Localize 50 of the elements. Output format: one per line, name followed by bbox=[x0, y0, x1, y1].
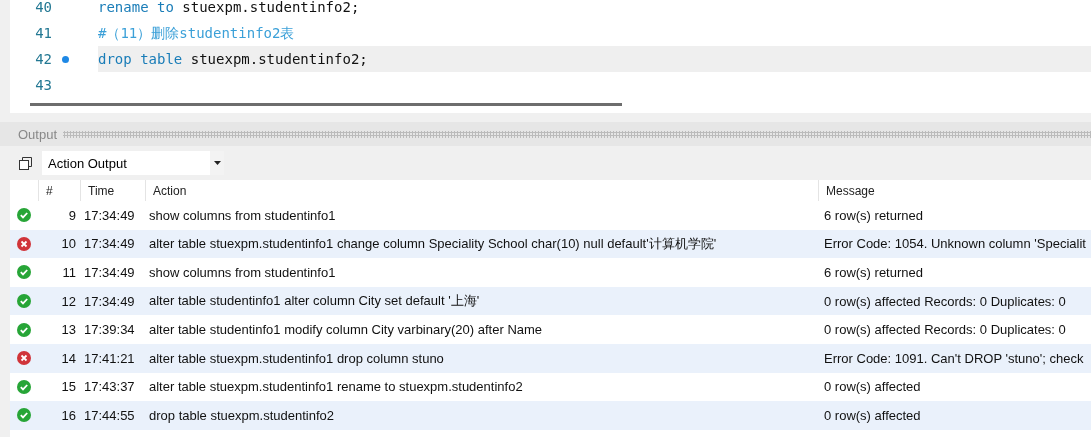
code-comment: #（11）删除studentinfo2表 bbox=[98, 25, 295, 41]
line-number: 43 bbox=[34, 77, 52, 93]
table-cell-text: alter table stuexpm.studentinfo1 change column Speciality School char(10) null default'计算机学院' bbox=[148, 234, 718, 253]
line-number: 42 bbox=[34, 51, 52, 67]
table-cell-text: 0 row(s) affected bbox=[823, 378, 922, 397]
table-cell-text: 17:34:49 bbox=[83, 206, 136, 225]
table-cell-text: 17:34:49 bbox=[83, 292, 136, 311]
table-cell-text: alter table studentinfo1 alter column City set default '上海' bbox=[148, 292, 481, 311]
table-cell-text: 0 row(s) affected Records: 0 Duplicates: 0 bbox=[823, 321, 1067, 340]
table-cell-text: 6 row(s) returned bbox=[823, 206, 924, 225]
code-keyword: table bbox=[140, 51, 183, 67]
copy-icon[interactable] bbox=[18, 155, 34, 171]
table-cell-text: alter table stuexpm.studentinfo1 rename to stuexpm.studentinfo2 bbox=[148, 378, 524, 397]
code-text: stuexpm.studentinfo2; bbox=[182, 0, 360, 15]
code-keyword: rename bbox=[98, 0, 149, 15]
table-cell-text: 0 row(s) affected Records: 0 Duplicates: 0 bbox=[823, 292, 1067, 311]
table-cell-text: 17:43:37 bbox=[83, 378, 136, 397]
table-cell-text: 17:34:49 bbox=[83, 235, 136, 254]
code-keyword: to bbox=[157, 0, 174, 15]
table-cell-text: 17:41:21 bbox=[83, 349, 136, 368]
table-cell-text: show columns from studentinfo1 bbox=[148, 264, 337, 282]
code-keyword: drop bbox=[98, 51, 132, 67]
table-cell-text: alter table stuexpm.studentinfo1 drop column stuno bbox=[148, 349, 445, 368]
table-cell-text: 0 row(s) affected bbox=[823, 406, 922, 425]
table-cell-text: 13 bbox=[60, 321, 77, 340]
line-number: 41 bbox=[34, 25, 52, 41]
table-cell-text: 6 row(s) returned bbox=[823, 264, 924, 282]
table-cell-text: 11 bbox=[61, 264, 77, 282]
drag-grip[interactable] bbox=[63, 130, 1091, 138]
table-cell-text: 17:39:34 bbox=[83, 321, 136, 340]
table-cell-text: drop table stuexpm.studentinfo2 bbox=[148, 406, 335, 425]
code-editor[interactable]: 40 rename to stuexpm.studentinfo2; 41 #（11）删除studentinfo2表 42 drop table stuexpm.studentinfo2; 43 bbox=[10, 0, 1091, 95]
panel-title: Output bbox=[18, 126, 58, 142]
table-cell-text: alter table studentinfo1 modify column City varbinary(20) after Name bbox=[148, 321, 544, 340]
table-cell-text: 14 bbox=[60, 349, 77, 368]
table-cell-text: 17:34:49 bbox=[83, 264, 136, 282]
table-cell-text: 15 bbox=[60, 378, 77, 397]
table-cell-text: 12 bbox=[60, 292, 77, 311]
table-cell-text: Error Code: 1054. Unknown column 'Specialit bbox=[823, 235, 1087, 254]
output-type-dropdown[interactable]: Action Output bbox=[42, 151, 224, 175]
table-cell-text: 17:44:55 bbox=[83, 406, 136, 425]
caret-icon bbox=[213, 161, 221, 165]
table-cell-text: show columns from studentinfo1 bbox=[148, 206, 337, 225]
line-number: 40 bbox=[34, 0, 52, 15]
table-cell-text: Error Code: 1091. Can't DROP 'stuno'; check bbox=[823, 349, 1085, 368]
table-cell-text: 10 bbox=[60, 235, 77, 254]
horizontal-scrollbar[interactable] bbox=[30, 102, 622, 106]
table-cell-text: 9 bbox=[67, 206, 77, 225]
code-text: stuexpm.studentinfo2; bbox=[190, 51, 368, 67]
table-cell-text: 16 bbox=[60, 406, 77, 425]
